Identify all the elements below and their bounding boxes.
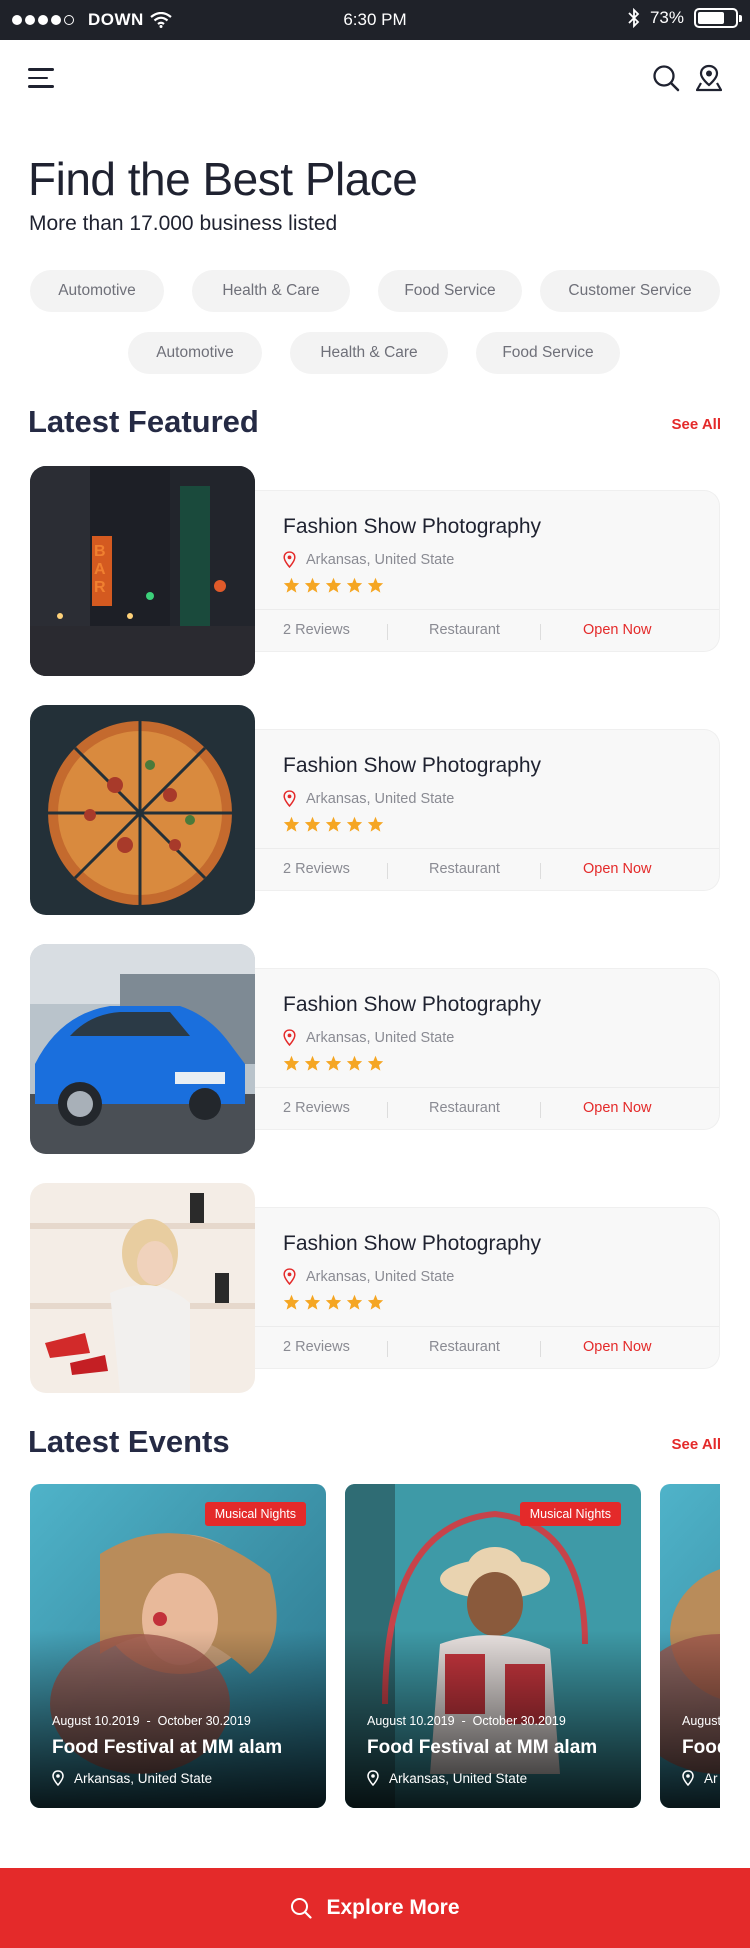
event-card[interactable]: August Food Ar <box>660 1484 720 1808</box>
event-card[interactable]: Musical Nights August 10.2019 - October … <box>30 1484 326 1808</box>
location-pin-icon <box>367 1770 379 1786</box>
location-pin-icon <box>682 1770 694 1786</box>
event-title: Food Festival at MM alam <box>52 1737 283 1758</box>
event-location: Arkansas, United State <box>367 1770 527 1786</box>
event-card[interactable]: Musical Nights August 10.2019 - October … <box>345 1484 641 1808</box>
event-dates: August 10.2019 - October 30.2019 <box>367 1714 566 1728</box>
event-image <box>30 1484 326 1808</box>
search-icon <box>291 1898 313 1919</box>
location-pin-icon <box>52 1770 64 1786</box>
event-dates: August 10.2019 - October 30.2019 <box>52 1714 251 1728</box>
event-image <box>660 1484 720 1808</box>
event-location: Arkansas, United State <box>52 1770 212 1786</box>
event-dates: August <box>682 1714 720 1728</box>
explore-more-button[interactable]: Explore More <box>0 1868 750 1948</box>
events-carousel[interactable]: Musical Nights August 10.2019 - October … <box>0 0 720 1948</box>
event-image <box>345 1484 641 1808</box>
event-location: Ar <box>682 1770 718 1786</box>
event-title: Food Festival at MM alam <box>367 1737 598 1758</box>
explore-more-label: Explore More <box>326 1896 460 1919</box>
event-badge: Musical Nights <box>519 1502 621 1526</box>
event-title: Food <box>682 1737 720 1758</box>
event-badge: Musical Nights <box>204 1502 306 1526</box>
